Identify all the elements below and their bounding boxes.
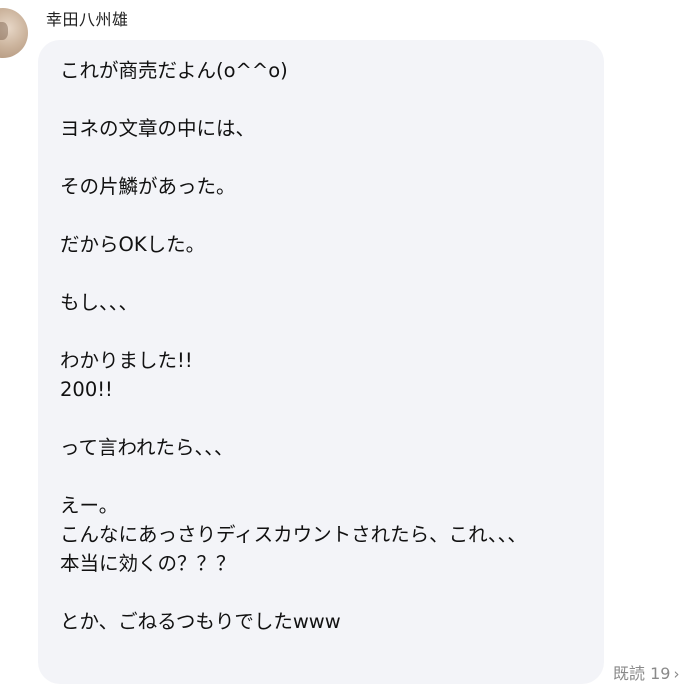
- chat-view: 幸田八州雄 これが商売だよん(o^^o) ヨネの文章の中には、 その片鱗があった…: [0, 0, 692, 692]
- avatar[interactable]: [0, 8, 28, 58]
- message-line: わかりました!!: [60, 349, 193, 372]
- message-line: えー。: [60, 494, 119, 517]
- message-line: だからOKした。: [60, 233, 206, 256]
- message-line: こんなにあっさりディスカウントされたら、これ、、、: [60, 523, 527, 546]
- message-line: もし、、、: [60, 291, 139, 314]
- message-line: とか、ごねるつもりでしたwww: [60, 610, 341, 633]
- read-count-label: 既読 19: [613, 664, 671, 683]
- message-line: これが商売だよん(o^^o): [60, 59, 288, 82]
- message-line: って言われたら、、、: [60, 436, 234, 459]
- message-bubble[interactable]: これが商売だよん(o^^o) ヨネの文章の中には、 その片鱗があった。 だからO…: [38, 40, 604, 684]
- chevron-right-icon: ›: [673, 665, 680, 683]
- message-line: 200!!: [60, 378, 113, 401]
- message-line: ヨネの文章の中には、: [60, 117, 256, 140]
- sender-name: 幸田八州雄: [46, 10, 129, 29]
- message-line: 本当に効くの？？？: [60, 552, 236, 575]
- message-line: その片鱗があった。: [60, 175, 236, 198]
- read-receipt[interactable]: 既読 19 ›: [613, 660, 679, 684]
